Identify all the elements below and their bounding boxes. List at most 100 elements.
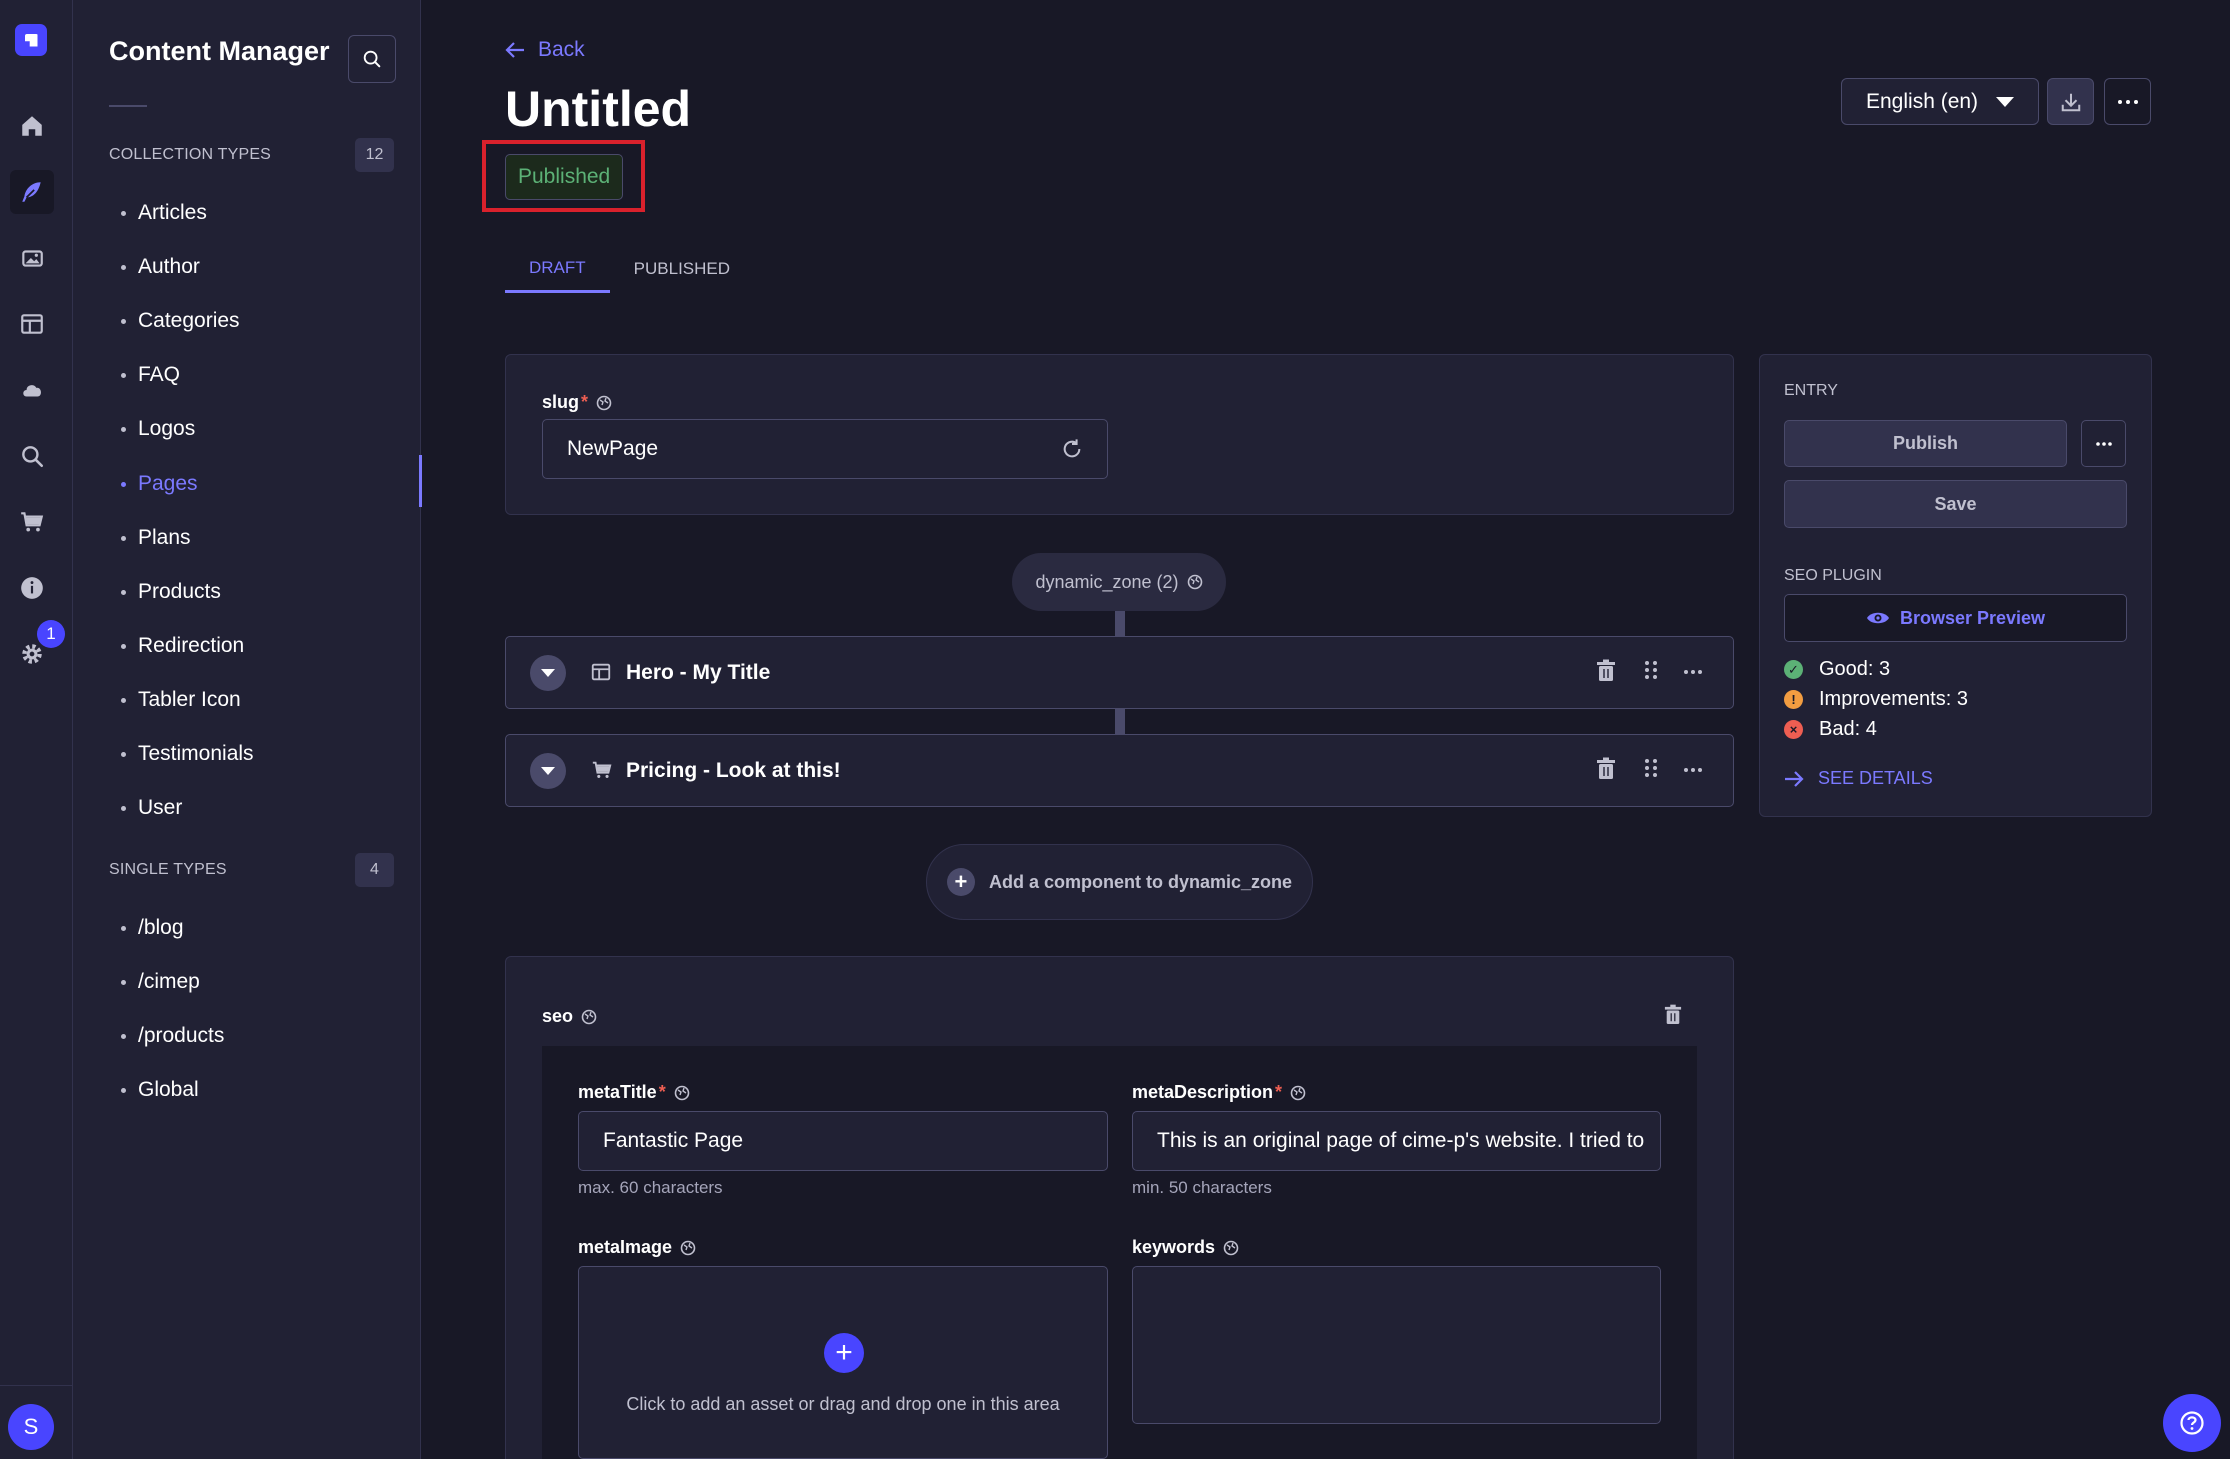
drag-handle-icon[interactable] [1644, 757, 1658, 779]
sidebar-item-faq[interactable]: FAQ [121, 360, 180, 390]
avatar[interactable]: S [8, 1404, 54, 1450]
arrow-left-icon [505, 42, 524, 58]
strapi-logo[interactable] [15, 24, 47, 56]
see-details-link[interactable]: SEE DETAILS [1784, 768, 1933, 789]
sidebar-item-products-single[interactable]: /products [121, 1021, 224, 1051]
meta-image-label: metaImage [578, 1237, 696, 1258]
media-library-icon[interactable] [10, 236, 54, 280]
globe-icon [674, 1085, 690, 1100]
collection-types-count: 12 [355, 138, 394, 172]
sidebar-divider [109, 105, 147, 107]
eye-icon [1866, 612, 1889, 624]
tab-published[interactable]: PUBLISHED [610, 245, 754, 293]
search-icon[interactable] [10, 434, 54, 478]
refresh-icon [1063, 439, 1081, 458]
trash-icon[interactable] [1596, 659, 1616, 683]
sidebar-item-blog[interactable]: /blog [121, 913, 184, 943]
save-button[interactable]: Save [1784, 480, 2127, 528]
component-hero[interactable]: Hero - My Title [505, 636, 1734, 709]
meta-description-hint: min. 50 characters [1132, 1178, 1272, 1197]
sidebar-item-testimonials[interactable]: Testimonials [121, 739, 254, 769]
dynamic-zone-label: dynamic_zone (2) [1012, 553, 1226, 611]
globe-icon [680, 1240, 696, 1255]
locale-select[interactable]: English (en) [1841, 78, 2039, 125]
keywords-label: keywords [1132, 1237, 1239, 1258]
sidebar-item-redirection[interactable]: Redirection [121, 631, 244, 661]
error-circle-icon: × [1784, 720, 1803, 739]
sidebar-item-global[interactable]: Global [121, 1075, 199, 1105]
sidebar-item-articles[interactable]: Articles [121, 198, 207, 228]
page-title: Untitled [505, 81, 692, 137]
main-nav-rail: 1 S [0, 0, 73, 1459]
globe-icon [1187, 574, 1202, 590]
sidebar-item-categories[interactable]: Categories [121, 306, 240, 336]
meta-title-input[interactable]: Fantastic Page [578, 1111, 1108, 1171]
more-horizontal-icon [2095, 441, 2112, 446]
sidebar-item-user[interactable]: User [121, 793, 182, 823]
sidebar-item-cimep[interactable]: /cimep [121, 967, 200, 997]
plus-icon: + [824, 1333, 864, 1373]
back-link[interactable]: Back [505, 38, 585, 62]
content-type-builder-icon[interactable] [10, 302, 54, 346]
connector-line [1115, 611, 1125, 636]
sidebar-item-author[interactable]: Author [121, 252, 200, 282]
status-badge: Published [505, 154, 624, 200]
meta-image-dropzone[interactable]: + Click to add an asset or drag and drop… [578, 1266, 1108, 1459]
content-manager-sidebar: Content Manager COLLECTION TYPES 12 Arti… [73, 0, 422, 1459]
component-label: Pricing - Look at this! [626, 758, 841, 782]
drag-handle-icon[interactable] [1644, 659, 1658, 681]
publish-button[interactable]: Publish [1784, 420, 2067, 467]
rail-divider [0, 1385, 73, 1386]
arrow-right-icon [1785, 770, 1804, 787]
more-actions-button[interactable] [2104, 78, 2151, 125]
trash-icon[interactable] [1596, 757, 1616, 781]
question-icon [2180, 1411, 2204, 1435]
download-button[interactable] [2047, 78, 2094, 125]
slug-input[interactable]: NewPage [542, 419, 1108, 479]
chevron-down-icon [541, 766, 555, 775]
more-horizontal-icon[interactable] [1683, 669, 1703, 675]
entry-more-button[interactable] [2081, 420, 2126, 467]
connector-line [1115, 709, 1125, 734]
collection-types-heading[interactable]: COLLECTION TYPES [109, 146, 271, 164]
component-pricing[interactable]: Pricing - Look at this! [505, 734, 1734, 807]
cloud-icon[interactable] [10, 368, 54, 412]
search-icon [363, 50, 381, 68]
cart-icon [592, 761, 612, 778]
notification-badge: 1 [37, 620, 65, 648]
check-circle-icon: ✓ [1784, 660, 1803, 679]
browser-preview-button[interactable]: Browser Preview [1784, 594, 2127, 642]
more-horizontal-icon[interactable] [1683, 767, 1703, 773]
component-label: Hero - My Title [626, 660, 771, 684]
home-icon[interactable] [10, 104, 54, 148]
sidebar-item-tabler-icon[interactable]: Tabler Icon [121, 685, 241, 715]
meta-description-label: metaDescription * [1132, 1082, 1306, 1103]
expand-toggle[interactable] [530, 654, 566, 691]
keywords-textarea[interactable] [1132, 1266, 1661, 1424]
sidebar-item-plans[interactable]: Plans [121, 523, 191, 553]
cart-icon[interactable] [10, 500, 54, 544]
meta-description-input[interactable]: This is an original page of cime-p's web… [1132, 1111, 1661, 1171]
expand-toggle[interactable] [530, 752, 566, 789]
seo-score-improvements: ! Improvements: 3 [1784, 688, 1968, 711]
help-button[interactable] [2163, 1394, 2221, 1452]
content-manager-icon[interactable] [10, 170, 54, 214]
tab-draft[interactable]: DRAFT [505, 245, 610, 293]
sidebar-title: Content Manager [109, 36, 330, 66]
globe-icon [581, 1009, 597, 1024]
sidebar-search-button[interactable] [348, 35, 396, 83]
upload-instructions: Click to add an asset or drag and drop o… [626, 1394, 1060, 1414]
globe-icon [596, 395, 612, 410]
single-types-heading[interactable]: SINGLE TYPES [109, 861, 227, 879]
meta-title-hint: max. 60 characters [578, 1178, 723, 1197]
globe-icon [1290, 1085, 1306, 1100]
sidebar-item-logos[interactable]: Logos [121, 414, 195, 444]
trash-icon[interactable] [1664, 1004, 1682, 1026]
globe-icon [1223, 1240, 1239, 1255]
info-icon[interactable] [10, 566, 54, 610]
download-icon [2061, 93, 2080, 111]
version-tabs: DRAFT PUBLISHED [505, 245, 754, 293]
sidebar-item-pages[interactable]: Pages [121, 469, 198, 499]
add-component-button[interactable]: + Add a component to dynamic_zone [926, 844, 1313, 920]
sidebar-item-products[interactable]: Products [121, 577, 221, 607]
